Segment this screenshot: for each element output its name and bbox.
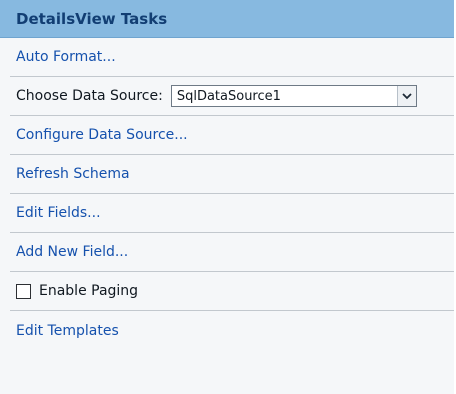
task-row-choose-data-source: Choose Data Source: SqlDataSource1 (10, 77, 454, 116)
task-row-edit-fields: Edit Fields... (10, 194, 454, 233)
task-row-paging: Enable Paging (10, 272, 454, 311)
task-row-auto-format: Auto Format... (10, 38, 454, 77)
data-source-select[interactable]: SqlDataSource1 (170, 85, 417, 107)
refresh-schema-link[interactable]: Refresh Schema (16, 166, 130, 182)
auto-format-link[interactable]: Auto Format... (16, 49, 116, 65)
configure-data-source-link[interactable]: Configure Data Source... (16, 127, 188, 143)
task-row-configure: Configure Data Source... (10, 116, 454, 155)
task-row-add-field: Add New Field... (10, 233, 454, 272)
task-row-refresh: Refresh Schema (10, 155, 454, 194)
choose-data-source-label: Choose Data Source: (16, 88, 163, 104)
data-source-value: SqlDataSource1 (176, 88, 281, 104)
task-row-edit-templates: Edit Templates (10, 311, 454, 350)
enable-paging-checkbox[interactable] (16, 283, 31, 299)
panel-title: DetailsView Tasks (16, 9, 168, 28)
add-new-field-link[interactable]: Add New Field... (16, 244, 128, 260)
edit-fields-link[interactable]: Edit Fields... (16, 205, 101, 221)
edit-templates-link[interactable]: Edit Templates (16, 323, 119, 339)
panel-header: DetailsView Tasks (0, 0, 454, 38)
chevron-down-icon (402, 93, 412, 100)
task-list: Auto Format... Choose Data Source: SqlDa… (0, 38, 454, 394)
smart-tag-panel: DetailsView Tasks Auto Format... Choose … (0, 0, 454, 394)
enable-paging-label[interactable]: Enable Paging (39, 283, 138, 299)
dropdown-button[interactable] (396, 86, 416, 106)
